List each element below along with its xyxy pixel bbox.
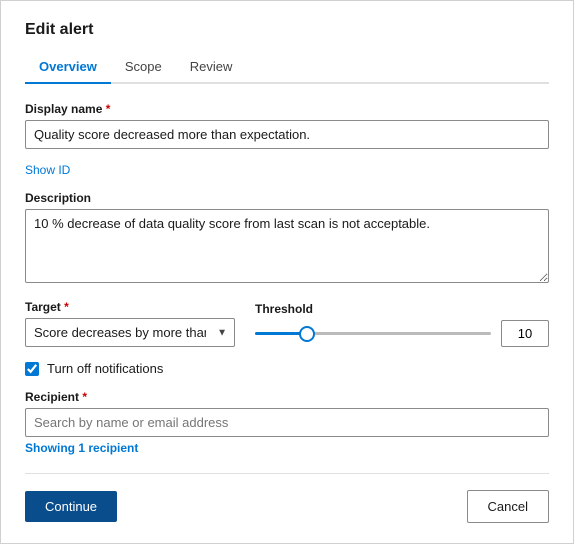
target-threshold-row: Target Score decreases by more than Scor… — [25, 300, 549, 347]
description-textarea[interactable] — [25, 209, 549, 283]
recipient-section: Recipient Showing 1 recipient — [25, 390, 549, 455]
display-name-label: Display name — [25, 102, 549, 116]
threshold-section: Threshold — [255, 302, 549, 347]
threshold-row — [255, 320, 549, 347]
tabs-container: Overview Scope Review — [25, 53, 549, 84]
tab-overview[interactable]: Overview — [25, 53, 111, 84]
description-section: Description — [25, 191, 549, 286]
threshold-value-input[interactable] — [501, 320, 549, 347]
edit-alert-dialog: Edit alert Overview Scope Review Display… — [0, 0, 574, 544]
cancel-button[interactable]: Cancel — [467, 490, 549, 523]
threshold-label: Threshold — [255, 302, 549, 316]
tab-review[interactable]: Review — [176, 53, 247, 84]
notifications-checkbox[interactable] — [25, 362, 39, 376]
continue-button[interactable]: Continue — [25, 491, 117, 522]
dialog-title: Edit alert — [25, 21, 549, 39]
showing-count: 1 — [78, 441, 85, 455]
threshold-slider[interactable] — [255, 332, 491, 335]
target-select-wrapper: Score decreases by more than Score incre… — [25, 318, 235, 347]
display-name-input[interactable] — [25, 120, 549, 149]
show-id-link[interactable]: Show ID — [25, 163, 549, 177]
notifications-row: Turn off notifications — [25, 361, 549, 376]
dialog-footer: Continue Cancel — [25, 473, 549, 523]
showing-suffix: recipient — [85, 441, 138, 455]
showing-recipients-text: Showing 1 recipient — [25, 441, 549, 455]
target-section: Target Score decreases by more than Scor… — [25, 300, 235, 347]
description-label: Description — [25, 191, 549, 205]
recipient-input[interactable] — [25, 408, 549, 437]
target-select[interactable]: Score decreases by more than Score incre… — [25, 318, 235, 347]
showing-prefix: Showing — [25, 441, 78, 455]
target-label: Target — [25, 300, 235, 314]
notifications-label: Turn off notifications — [47, 361, 163, 376]
slider-wrapper — [255, 332, 491, 335]
recipient-label: Recipient — [25, 390, 549, 404]
tab-scope[interactable]: Scope — [111, 53, 176, 84]
display-name-section: Display name — [25, 102, 549, 149]
